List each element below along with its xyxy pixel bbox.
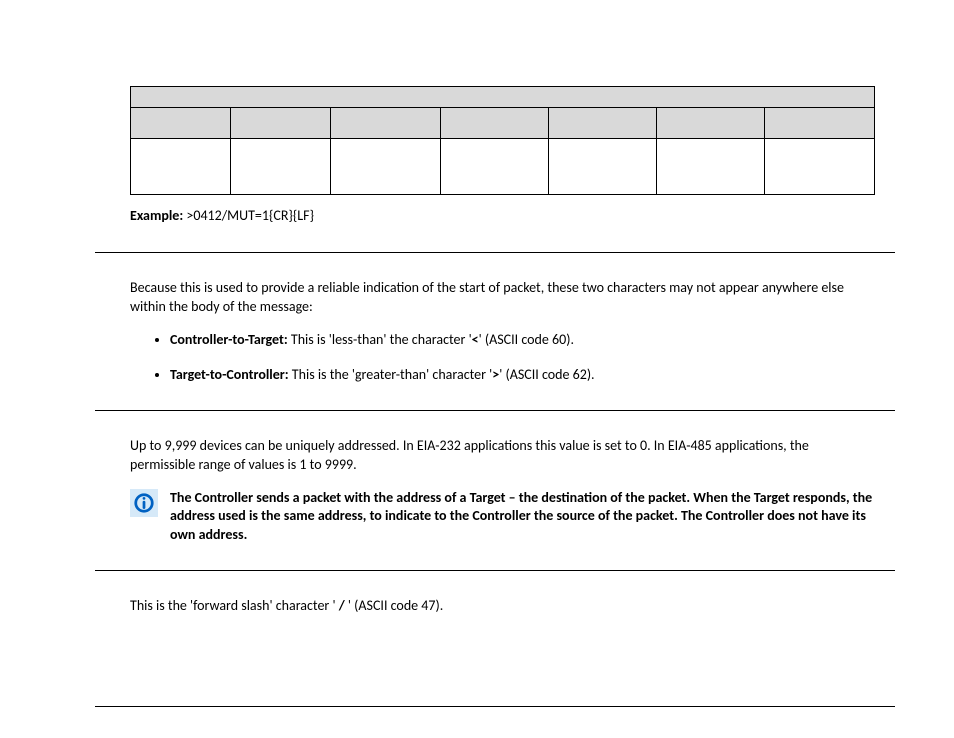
note-text: The Controller sends a packet with the a… xyxy=(170,489,874,544)
list-item: Controller-to-Target: This is 'less-than… xyxy=(170,331,900,350)
delimiter-post: ' (ASCII code 47). xyxy=(345,597,444,614)
section-rule xyxy=(95,706,895,707)
section-rule xyxy=(95,252,895,253)
section-rule xyxy=(95,410,895,411)
delimiter-pre: This is the 'forward slash' character ' xyxy=(130,597,339,614)
delimiter-paragraph: This is the 'forward slash' character ' … xyxy=(130,597,874,616)
example-label: Example: xyxy=(130,207,183,224)
example-line: Example: >0412/MUT=1{CR}{LF} xyxy=(130,207,874,226)
table-title-row xyxy=(131,87,875,108)
ct-text-pre: This is 'less-than' the character ' xyxy=(288,331,472,348)
less-than-symbol: < xyxy=(472,331,479,348)
packet-format-table xyxy=(130,86,875,195)
ct-text-post: ' (ASCII code 60). xyxy=(479,331,574,348)
note-block: The Controller sends a packet with the a… xyxy=(130,489,874,544)
info-icon xyxy=(130,489,158,517)
table-header-row xyxy=(131,108,875,139)
list-item: Target-to-Controller: This is the 'great… xyxy=(170,366,900,385)
character-list: Controller-to-Target: This is 'less-than… xyxy=(130,331,900,385)
page: Example: >0412/MUT=1{CR}{LF} Because thi… xyxy=(0,0,954,738)
target-to-controller-label: Target-to-Controller: xyxy=(170,366,289,383)
start-of-packet-paragraph: Because this is used to provide a reliab… xyxy=(130,279,874,317)
table-row xyxy=(131,139,875,195)
tc-text-pre: This is the 'greater-than' character ' xyxy=(289,366,493,383)
address-paragraph: Up to 9,999 devices can be uniquely addr… xyxy=(130,437,874,475)
section-rule xyxy=(95,570,895,571)
tc-text-post: ' (ASCII code 62). xyxy=(499,366,594,383)
example-value: >0412/MUT=1{CR}{LF} xyxy=(186,207,314,224)
controller-to-target-label: Controller-to-Target: xyxy=(170,331,288,348)
